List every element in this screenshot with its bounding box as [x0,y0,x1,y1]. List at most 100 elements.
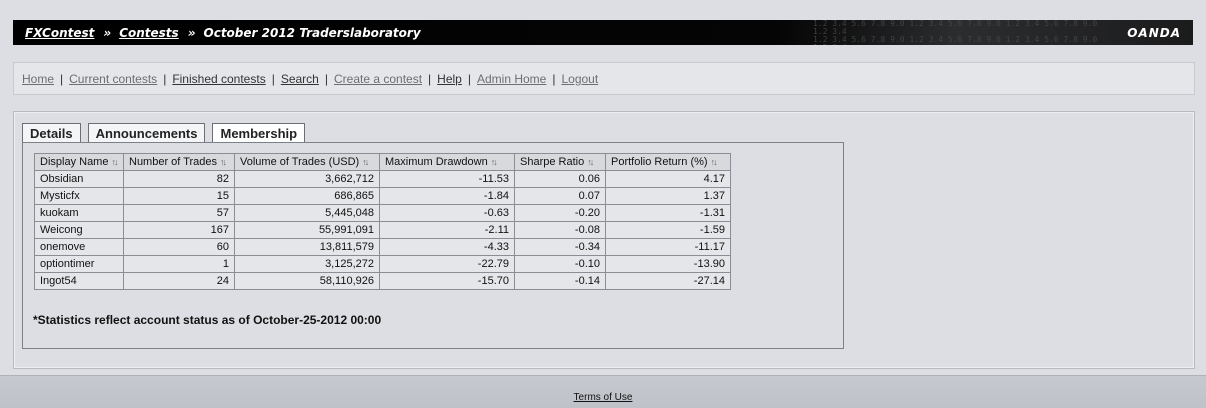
cell-display-name: Weicong [34,221,124,239]
cell-display-name: kuokam [34,204,124,222]
cell-value: -2.11 [379,221,515,239]
sort-arrows-icon[interactable]: ↑↓ [111,157,118,167]
cell-value: -1.84 [379,187,515,205]
nav-link-search[interactable]: Search [281,72,319,86]
cell-value: 57 [123,204,235,222]
table-row: Ingot54 24 58,110,926 -15.70 -0.14 -27.14 [34,272,731,290]
cell-value: 1 [123,255,235,273]
cell-value: -22.79 [379,255,515,273]
breadcrumb-current: October 2012 Traderslaboratory [203,25,421,40]
nav-link-finished-contests[interactable]: Finished contests [172,72,265,86]
statistics-note: *Statistics reflect account status as of… [33,313,382,327]
column-header-maximum-drawdown[interactable]: Maximum Drawdown ↑↓ [379,153,515,171]
tab-strip: Details Announcements Membership [22,123,312,144]
nav-divider: | [324,71,328,86]
nav-links: Home | Current contests | Finished contests |… [22,72,598,86]
column-header-label: Maximum Drawdown [385,156,488,168]
cell-display-name: Mysticfx [34,187,124,205]
membership-panel: Display Name ↑↓ Number of Trades ↑↓ Volume o… [22,142,844,349]
cell-value: -13.90 [605,255,731,273]
cell-value: 3,125,272 [234,255,380,273]
nav-divider: | [271,71,275,86]
column-header-volume-of-trades-usd[interactable]: Volume of Trades (USD) ↑↓ [234,153,380,171]
column-header-label: Sharpe Ratio [520,156,585,168]
nav-link-create-a-contest[interactable]: Create a contest [334,72,422,86]
cell-value: -0.08 [514,221,606,239]
nav-divider: | [163,71,167,86]
nav-bar: Home | Current contests | Finished contests |… [13,62,1195,95]
column-header-number-of-trades[interactable]: Number of Trades ↑↓ [123,153,235,171]
header-bar: 1.2 3.4 5.6 7.8 9.0 1.2 3.4 5.6 7.8 9.0 … [13,20,1193,45]
cell-value: 55,991,091 [234,221,380,239]
cell-value: -0.34 [514,238,606,256]
cell-value: 82 [123,170,235,188]
oanda-logo: OANDA [1127,26,1181,40]
cell-value: 0.07 [514,187,606,205]
breadcrumb-separator: » [103,25,112,40]
sort-arrows-icon[interactable]: ↑↓ [711,157,718,167]
tab-membership[interactable]: Membership [212,123,306,144]
sort-arrows-icon[interactable]: ↑↓ [491,157,498,167]
cell-value: 686,865 [234,187,380,205]
table-row: Mysticfx 15 686,865 -1.84 0.07 1.37 [34,187,731,205]
column-header-label: Number of Trades [129,156,218,168]
tab-details[interactable]: Details [22,123,81,142]
footer: Terms of Use [0,392,1206,403]
column-header-label: Display Name [40,156,109,168]
nav-link-help[interactable]: Help [437,72,462,86]
column-header-portfolio-return[interactable]: Portfolio Return (%) ↑↓ [605,153,731,171]
breadcrumb-contests[interactable]: Contests [119,26,179,40]
cell-value: 60 [123,238,235,256]
nav-link-logout[interactable]: Logout [561,72,598,86]
cell-value: -27.14 [605,272,731,290]
cell-display-name: onemove [34,238,124,256]
terms-of-use-link[interactable]: Terms of Use [574,392,633,403]
nav-divider: | [552,71,556,86]
cell-value: 4.17 [605,170,731,188]
table-header-row: Display Name ↑↓ Number of Trades ↑↓ Volume o… [34,153,731,171]
nav-divider: | [467,71,471,86]
column-header-label: Portfolio Return (%) [611,156,708,168]
cell-value: 167 [123,221,235,239]
column-header-sharpe-ratio[interactable]: Sharpe Ratio ↑↓ [514,153,606,171]
cell-value: -0.10 [514,255,606,273]
nav-divider: | [60,71,64,86]
tab-announcements[interactable]: Announcements [87,123,206,142]
sort-arrows-icon[interactable]: ↑↓ [362,157,369,167]
nav-link-admin-home[interactable]: Admin Home [477,72,546,86]
cell-value: -0.63 [379,204,515,222]
cell-value: -0.20 [514,204,606,222]
ticker-decoration: 1.2 3.4 5.6 7.8 9.0 1.2 3.4 5.6 7.8 9.0 … [813,20,1098,45]
breadcrumb: FXContest » Contests » October 2012 Trad… [25,26,421,40]
nav-link-current-contests[interactable]: Current contests [69,72,157,86]
cell-value: -15.70 [379,272,515,290]
cell-value: 0.06 [514,170,606,188]
nav-divider: | [428,71,432,86]
breadcrumb-separator: » [187,25,196,40]
cell-display-name: Obsidian [34,170,124,188]
cell-value: -4.33 [379,238,515,256]
cell-value: 58,110,926 [234,272,380,290]
nav-link-home[interactable]: Home [22,72,54,86]
breadcrumb-fxcontest[interactable]: FXContest [25,26,94,40]
column-header-display-name[interactable]: Display Name ↑↓ [34,153,124,171]
cell-value: -1.59 [605,221,731,239]
cell-value: 5,445,048 [234,204,380,222]
table-body: Obsidian 82 3,662,712 -11.53 0.06 4.17 Mysticf… [34,170,731,290]
cell-value: 24 [123,272,235,290]
cell-value: -11.17 [605,238,731,256]
cell-display-name: optiontimer [34,255,124,273]
table-row: Weicong 167 55,991,091 -2.11 -0.08 -1.59 [34,221,731,239]
cell-value: 3,662,712 [234,170,380,188]
table-row: kuokam 57 5,445,048 -0.63 -0.20 -1.31 [34,204,731,222]
sort-arrows-icon[interactable]: ↑↓ [220,157,227,167]
cell-value: 13,811,579 [234,238,380,256]
membership-table: Display Name ↑↓ Number of Trades ↑↓ Volume o… [34,153,731,290]
cell-display-name: Ingot54 [34,272,124,290]
table-row: Obsidian 82 3,662,712 -11.53 0.06 4.17 [34,170,731,188]
column-header-label: Volume of Trades (USD) [240,156,360,168]
table-row: optiontimer 1 3,125,272 -22.79 -0.10 -13.90 [34,255,731,273]
cell-value: -1.31 [605,204,731,222]
cell-value: -11.53 [379,170,515,188]
sort-arrows-icon[interactable]: ↑↓ [587,157,594,167]
